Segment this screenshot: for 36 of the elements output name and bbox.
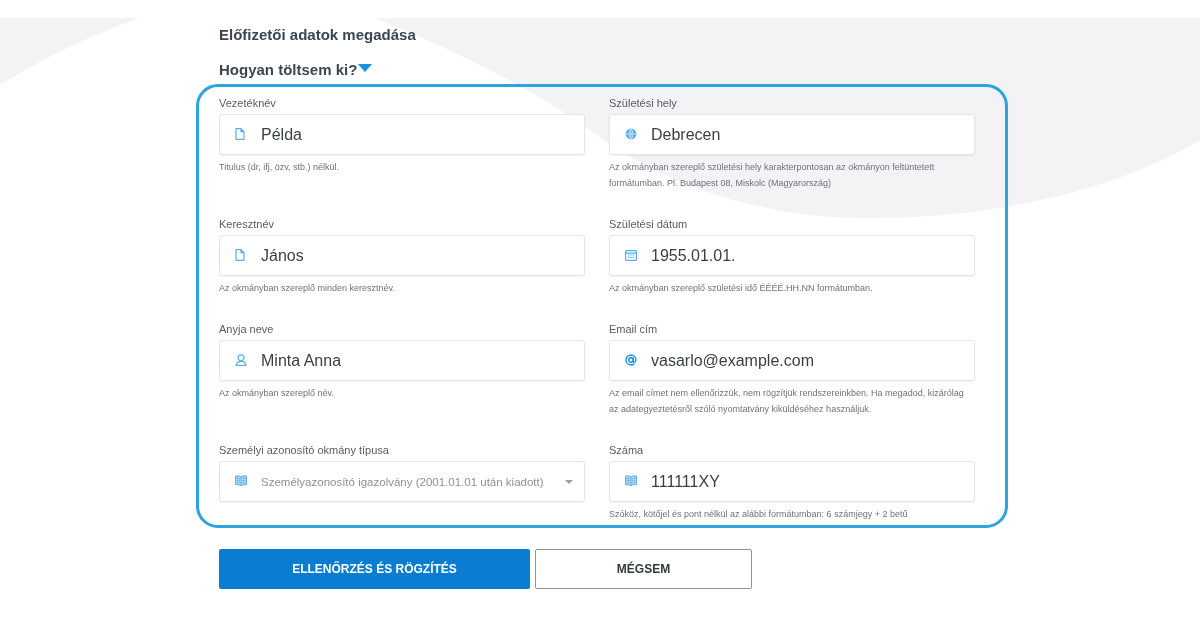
field-hint: Az okmányban szereplő születési idő ÉÉÉÉ.HH.NN formátumban. (609, 282, 874, 295)
field-hint: Az okmányban szereplő születési hely karakterpontosan az okmányon feltüntetett formátumban. Pl. Budapest 08, Miskolc (Magyarország) (609, 161, 936, 190)
submit-button[interactable]: ELLENŐRZÉS ÉS RÖGZÍTÉS (219, 549, 530, 589)
help-toggle[interactable]: Hogyan töltsem ki? (219, 60, 373, 80)
caret-icon (358, 64, 373, 72)
field-hint: Az okmányban szereplő név. (219, 387, 335, 400)
field-hint: Titulus (dr, ifj, özv, stb.) nélkül. (219, 161, 341, 174)
text-field[interactable]: vasarlo@example.com (609, 340, 975, 381)
cancel-button[interactable]: MÉGSEM (535, 549, 752, 589)
text-field[interactable]: Minta Anna (219, 340, 585, 381)
person-icon (235, 354, 247, 366)
page-title: Előfizetői adatok megadása (219, 26, 416, 44)
text-field[interactable]: 111111XY (609, 461, 975, 502)
field-label: Email cím (609, 322, 658, 336)
field-label: Születési dátum (609, 217, 688, 231)
field-label: Vezetéknév (219, 96, 276, 110)
at-sign-icon (625, 354, 637, 366)
field-label: Anyja neve (219, 322, 274, 336)
text-field[interactable]: 1955.01.01. (609, 235, 975, 276)
caret-icon (565, 480, 573, 484)
globe-icon (625, 128, 637, 140)
document-icon (235, 128, 245, 140)
field-hint: Az okmányban szereplő minden keresztnév. (219, 282, 396, 295)
text-field[interactable]: János (219, 235, 585, 276)
field-label: Száma (609, 443, 644, 457)
text-field[interactable]: Debrecen (609, 114, 975, 155)
field-hint: Szóköz, kötőjel és pont nélkül az alábbi formátumban: 6 számjegy + 2 betű (609, 508, 909, 521)
book-icon (235, 475, 247, 486)
calendar-icon (625, 249, 637, 261)
text-field[interactable]: Példa (219, 114, 585, 155)
field-hint: Az email címet nem ellenőrizzük, nem rögzítjük rendszereinkben. Ha megadod, kizárólag az adategyeztetésről szóló nyomtatvány kiküldéséhez használjuk. (609, 387, 965, 416)
field-label: Személyi azonosító okmány típusa (219, 443, 389, 457)
book-icon (625, 475, 637, 486)
field-label: Születési hely (609, 96, 677, 110)
document-icon (235, 249, 245, 261)
field-label: Keresztnév (219, 217, 275, 231)
